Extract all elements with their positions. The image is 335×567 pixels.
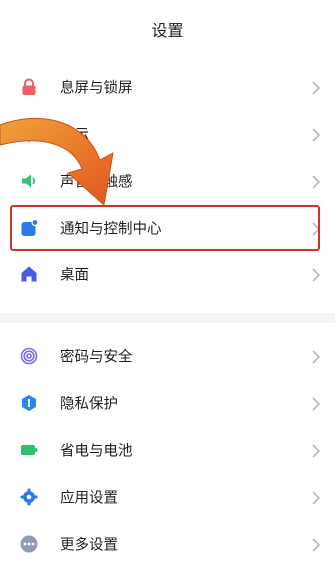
settings-item-battery[interactable]: 省电与电池: [0, 427, 335, 473]
settings-item-desktop[interactable]: 桌面: [0, 251, 335, 297]
settings-item-password-security[interactable]: 密码与安全: [0, 333, 335, 379]
privacy-icon: [20, 394, 38, 412]
more-icon: [20, 535, 38, 553]
home-icon: [20, 265, 38, 283]
settings-item-lock-screen[interactable]: 息屏与锁屏: [0, 64, 335, 110]
settings-item-label: 密码与安全: [60, 349, 133, 366]
chevron-right-icon: [311, 537, 321, 552]
highlight-box: [10, 205, 320, 251]
speaker-icon: [20, 172, 38, 190]
lock-icon: [20, 78, 38, 96]
settings-item-label: 省电与电池: [60, 443, 133, 460]
section-divider: [0, 313, 335, 323]
settings-item-label: 显示: [60, 127, 89, 144]
gear-icon: [20, 488, 38, 506]
sun-icon: [20, 125, 38, 143]
fingerprint-icon: [20, 347, 38, 365]
chevron-right-icon: [311, 267, 321, 282]
settings-item-app-settings[interactable]: 应用设置: [0, 474, 335, 520]
chevron-right-icon: [311, 490, 321, 505]
chevron-right-icon: [311, 443, 321, 458]
settings-item-more[interactable]: 更多设置: [0, 521, 335, 567]
battery-icon: [20, 441, 38, 459]
settings-item-display[interactable]: 显示: [0, 111, 335, 157]
settings-item-label: 桌面: [60, 267, 89, 284]
chevron-right-icon: [311, 80, 321, 95]
settings-item-label: 隐私保护: [60, 396, 118, 413]
settings-item-sound[interactable]: 声音与触感: [0, 158, 335, 204]
page-title: 设置: [151, 21, 184, 40]
settings-item-label: 更多设置: [60, 537, 118, 554]
settings-item-privacy[interactable]: 隐私保护: [0, 380, 335, 426]
settings-item-label: 应用设置: [60, 490, 118, 507]
chevron-right-icon: [311, 174, 321, 189]
chevron-right-icon: [311, 127, 321, 142]
settings-item-label: 息屏与锁屏: [60, 80, 133, 97]
chevron-right-icon: [311, 396, 321, 411]
chevron-right-icon: [311, 349, 321, 364]
settings-item-label: 声音与触感: [60, 174, 133, 191]
